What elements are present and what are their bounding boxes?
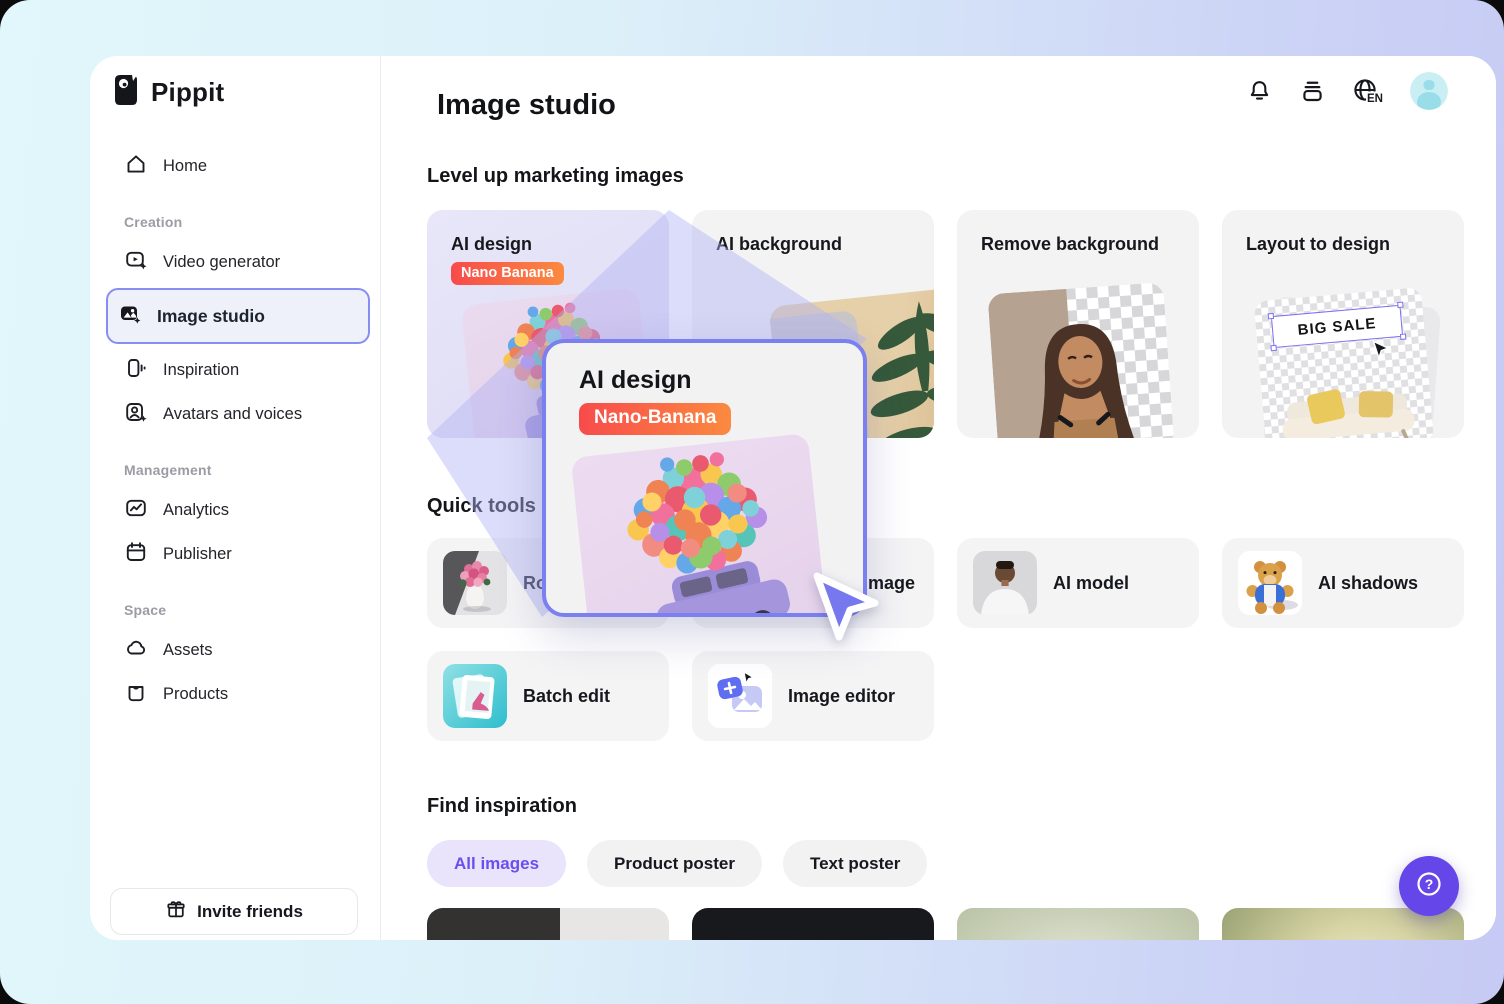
sidebar-section-creation: Creation — [124, 214, 364, 230]
inspiration-tabs: All images Product poster Text poster — [427, 840, 927, 887]
ai-design-zoom-popup[interactable]: AI design Nano-Banana — [542, 339, 867, 617]
sidebar-item-label: Inspiration — [163, 361, 239, 380]
image-studio-icon — [118, 302, 142, 331]
inspiration-thumbnail-row — [427, 908, 1464, 940]
language-globe-icon[interactable]: EN — [1351, 77, 1385, 105]
sidebar-item-home[interactable]: Home — [112, 144, 364, 188]
stack-icon[interactable] — [1298, 77, 1326, 105]
tab-label: Text poster — [810, 854, 900, 874]
publisher-icon — [124, 540, 148, 569]
quick-tool-label: Batch edit — [523, 686, 610, 707]
analytics-icon — [124, 496, 148, 525]
sidebar-item-publisher[interactable]: Publisher — [112, 532, 364, 576]
sidebar-item-products[interactable]: Products — [112, 672, 364, 716]
gift-icon — [165, 898, 187, 925]
sidebar-section-management: Management — [124, 462, 364, 478]
invite-friends-label: Invite friends — [197, 902, 303, 922]
user-avatar[interactable] — [1410, 72, 1448, 110]
notification-bell-icon[interactable] — [1245, 77, 1273, 105]
sofa-image — [1261, 373, 1434, 438]
tab-label: Product poster — [614, 854, 735, 874]
inspiration-thumbnail-1[interactable] — [427, 908, 669, 940]
page-title: Image studio — [437, 89, 616, 122]
popup-title: AI design — [579, 366, 692, 395]
batch-edit-thumbnail — [443, 664, 507, 728]
quick-tool-batch-edit[interactable]: Batch edit — [427, 651, 669, 741]
sidebar-item-label: Home — [163, 157, 207, 176]
image-editor-thumbnail — [708, 664, 772, 728]
quick-tool-label: AI model — [1053, 573, 1129, 594]
sidebar-item-label: Analytics — [163, 501, 229, 520]
avatars-icon — [124, 400, 148, 429]
card-title: Layout to design — [1246, 234, 1390, 255]
language-label: EN — [1367, 93, 1383, 105]
quick-tools-row-2: Batch edit Image editor — [427, 651, 934, 741]
portrait-cutout-image — [987, 282, 1174, 438]
tab-label: All images — [454, 854, 539, 874]
help-button[interactable]: ? — [1399, 856, 1459, 916]
sidebar-item-inspiration[interactable]: Inspiration — [112, 348, 364, 392]
app-name: Pippit — [151, 77, 224, 108]
main-content: Image studio EN Level up marketing image… — [381, 56, 1496, 940]
small-cursor-icon — [1369, 338, 1393, 362]
header-icons: EN — [1245, 72, 1448, 110]
tab-product-poster[interactable]: Product poster — [587, 840, 762, 887]
svg-text:?: ? — [1425, 876, 1434, 892]
video-generator-icon — [124, 248, 148, 277]
card-layout-to-design[interactable]: BIG SALE Layout to des — [1222, 210, 1464, 438]
quick-tool-label-partial: mage — [868, 573, 915, 594]
popup-balloon-car-image — [571, 433, 828, 617]
pippit-logo-icon — [112, 72, 142, 113]
inspiration-icon — [124, 356, 148, 385]
sidebar-item-analytics[interactable]: Analytics — [112, 488, 364, 532]
products-bag-icon — [124, 680, 148, 709]
sidebar-item-label: Assets — [163, 641, 213, 660]
assets-cloud-icon — [124, 636, 148, 665]
logo: Pippit — [112, 72, 364, 112]
roses-thumbnail — [443, 551, 507, 615]
quick-tools-heading: Quick tools — [427, 495, 536, 518]
sidebar-item-label: Products — [163, 685, 228, 704]
sidebar-section-space: Space — [124, 602, 364, 618]
home-icon — [124, 152, 148, 181]
page-background: Pippit Home Creation Video generator Ima… — [0, 0, 1504, 1004]
tab-text-poster[interactable]: Text poster — [783, 840, 927, 887]
ai-model-thumbnail — [973, 551, 1037, 615]
sidebar-item-video-generator[interactable]: Video generator — [112, 240, 364, 284]
level-up-heading: Level up marketing images — [427, 165, 684, 188]
sidebar-item-avatars-voices[interactable]: Avatars and voices — [112, 392, 364, 436]
app-window: Pippit Home Creation Video generator Ima… — [90, 56, 1496, 940]
ai-shadows-thumbnail — [1238, 551, 1302, 615]
layout-preview-image: BIG SALE — [1254, 287, 1435, 438]
inspiration-thumbnail-2[interactable] — [692, 908, 934, 940]
tab-all-images[interactable]: All images — [427, 840, 566, 887]
card-remove-background[interactable]: Remove background — [957, 210, 1199, 438]
question-mark-icon: ? — [1413, 868, 1445, 905]
sidebar-item-assets[interactable]: Assets — [112, 628, 364, 672]
quick-tool-image-editor[interactable]: Image editor — [692, 651, 934, 741]
invite-friends-button[interactable]: Invite friends — [110, 888, 358, 935]
sidebar-item-label: Publisher — [163, 545, 232, 564]
sidebar-item-label: Image studio — [157, 306, 265, 327]
sidebar-item-label: Video generator — [163, 253, 280, 272]
sidebar: Pippit Home Creation Video generator Ima… — [90, 56, 381, 940]
quick-tool-ai-shadows[interactable]: AI shadows — [1222, 538, 1464, 628]
nano-banana-badge: Nano Banana — [451, 262, 564, 285]
quick-tool-label: Image editor — [788, 686, 895, 707]
find-inspiration-heading: Find inspiration — [427, 795, 577, 818]
sidebar-item-label: Avatars and voices — [163, 405, 302, 424]
inspiration-thumbnail-3[interactable] — [957, 908, 1199, 940]
big-sale-label: BIG SALE — [1297, 315, 1377, 339]
sidebar-item-image-studio[interactable]: Image studio — [106, 288, 370, 344]
popup-nano-banana-badge: Nano-Banana — [579, 403, 731, 435]
card-title: AI background — [716, 234, 842, 255]
quick-tool-ai-model[interactable]: AI model — [957, 538, 1199, 628]
quick-tool-label: AI shadows — [1318, 573, 1418, 594]
card-title: Remove background — [981, 234, 1159, 255]
card-title: AI design — [451, 234, 532, 255]
